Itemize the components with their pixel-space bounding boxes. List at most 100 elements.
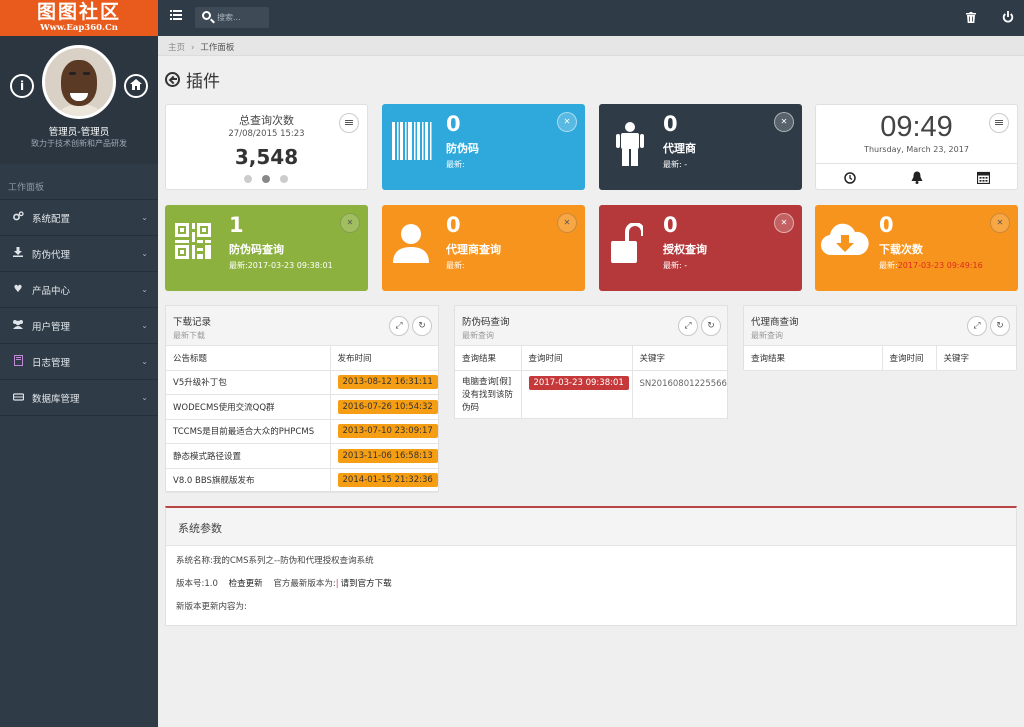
breadcrumb-separator: › (191, 43, 195, 53)
calendar-icon[interactable] (950, 164, 1017, 189)
chevron-down-icon: ⌄ (141, 213, 148, 222)
sidebar: 图图社区 Www.Eap360.Cn i 管理员-管理员 致力于技术创新和产品研… (0, 0, 158, 727)
trash-icon[interactable] (966, 12, 976, 23)
avatar[interactable] (42, 45, 116, 119)
sidebar-item-label: 数据库管理 (32, 393, 80, 405)
time-badge: 2013-08-12 16:31:11 (337, 375, 438, 390)
column-header: 查询时间 (521, 346, 633, 371)
row-title: V5升级补丁包 (166, 370, 331, 395)
column-header: 查询时间 (882, 346, 937, 371)
sidebar-item-log-management[interactable]: 日志管理 ⌄ (0, 344, 158, 380)
cogs-icon (12, 211, 24, 224)
sidebar-item-anti-fake-agent[interactable]: 防伪代理 ⌄ (0, 236, 158, 272)
sidebar-item-label: 日志管理 (32, 357, 71, 369)
refresh-icon[interactable]: ↻ (990, 316, 1010, 336)
refresh-icon[interactable]: ↻ (701, 316, 721, 336)
table-row[interactable]: V5升级补丁包 2013-08-12 16:31:11 (166, 370, 438, 395)
agent-query-table: 查询结果 查询时间 关键字 (744, 346, 1016, 371)
row-title: V8.0 BBS旗舰版发布 (166, 468, 331, 493)
carousel-dots[interactable] (244, 175, 298, 186)
time-badge: 2017-03-23 09:38:01 (528, 375, 629, 390)
tile-latest: 最新:2017-03-23 09:49:16 (879, 261, 983, 270)
qr-query-tile: 1 防伪码查询 最新:2017-03-23 09:38:01 ✕ (165, 205, 368, 291)
sidebar-item-label: 用户管理 (32, 321, 71, 333)
table-row[interactable]: TCCMS是目前最适合大众的PHPCMS 2013-07-10 23:09:17 (166, 419, 438, 444)
tile-latest: 最新: (446, 261, 465, 270)
tile-name: 下载次数 (879, 243, 923, 256)
table-row[interactable]: 静态模式路径设置 2013-11-06 16:58:13 (166, 443, 438, 469)
table-row[interactable]: V8.0 BBS旗舰版发布 2014-01-15 21:32:36 (166, 468, 438, 493)
close-icon[interactable]: ✕ (340, 213, 360, 233)
tile-name: 防伪码查询 (229, 243, 284, 256)
search-box (195, 7, 269, 28)
close-icon[interactable]: ✕ (557, 213, 577, 233)
tile-latest: 最新: - (663, 261, 688, 270)
tile-datetime: 27/08/2015 15:23 (228, 129, 305, 139)
version-number: 版本号:1.0 (176, 579, 218, 589)
home-icon[interactable] (124, 74, 148, 98)
downloads-tile: 0 下载次数 最新:2017-03-23 09:49:16 ✕ (815, 205, 1018, 291)
download-records-panel: 下载记录 最新下载 ⤢ ↻ 公告标题 发布时间 V5升级补丁包 2013-08-12 … (165, 305, 439, 493)
user-profile: i 管理员-管理员 致力于技术创新和产品研发 (0, 36, 158, 164)
expand-icon[interactable]: ⤢ (389, 316, 409, 336)
bell-icon[interactable] (883, 164, 950, 189)
close-icon[interactable]: ✕ (774, 213, 794, 233)
tile-latest: 最新:2017-03-23 09:38:01 (229, 261, 333, 270)
close-icon[interactable]: ✕ (557, 112, 577, 132)
tile-name: 授权查询 (663, 243, 707, 256)
info-icon[interactable]: i (10, 74, 34, 98)
time-badge: 2014-01-15 21:32:36 (337, 473, 438, 488)
tile-value: 0 (663, 112, 678, 136)
column-header: 公告标题 (166, 346, 331, 371)
nav-section-title: 工作面板 (0, 164, 158, 200)
query-keyword: SN20160801225566 (632, 370, 727, 419)
page-title-text: 插件 (186, 71, 220, 92)
sidebar-item-product-center[interactable]: ♥ 产品中心 ⌄ (0, 272, 158, 308)
code-query-table: 查询结果 查询时间 关键字 电脑查询[假]没有找到该防伪码 2017-03-23 0… (455, 346, 727, 419)
search-input[interactable] (217, 10, 265, 25)
sidebar-item-user-management[interactable]: 用户管理 ⌄ (0, 308, 158, 344)
sidebar-item-database-management[interactable]: 数据库管理 ⌄ (0, 380, 158, 416)
system-params-panel: 系统参数 系统名称:我的CMS系列之--防伪和代理授权查询系统 版本号:1.0 … (165, 506, 1017, 626)
tile-name: 代理商查询 (446, 243, 501, 256)
update-content: 新版本更新内容为: (176, 602, 247, 612)
close-icon[interactable]: ✕ (990, 213, 1010, 233)
tile-title: 总查询次数 (239, 114, 294, 127)
agent-query-panel: 代理商查询 最新查询 ⤢ ↻ 查询结果 查询时间 关键字 (743, 305, 1017, 371)
agent-query-tile: 0 代理商查询 最新: ✕ (382, 205, 585, 291)
check-update-link[interactable]: 检查更新 (229, 579, 263, 589)
sidebar-item-label: 系统配置 (32, 213, 71, 225)
total-queries-tile: 总查询次数 27/08/2015 15:23 3,548 (165, 104, 368, 190)
close-icon[interactable]: ✕ (774, 112, 794, 132)
system-name: 系统名称:我的CMS系列之--防伪和代理授权查询系统 (176, 556, 374, 566)
top-bar (158, 0, 1024, 36)
breadcrumb-home[interactable]: 主页 (168, 43, 185, 53)
power-icon[interactable] (1002, 11, 1014, 23)
refresh-icon[interactable]: ↻ (412, 316, 432, 336)
logo[interactable]: 图图社区 Www.Eap360.Cn (0, 0, 158, 36)
back-arrow-icon[interactable] (165, 71, 180, 87)
user-subtitle: 致力于技术创新和产品研发 (31, 139, 127, 148)
time-badge: 2013-07-10 23:09:17 (337, 424, 438, 439)
row-title: TCCMS是目前最适合大众的PHPCMS (166, 419, 331, 444)
person-icon (609, 122, 649, 166)
users-icon (12, 319, 24, 332)
expand-icon[interactable]: ⤢ (678, 316, 698, 336)
expand-icon[interactable]: ⤢ (967, 316, 987, 336)
column-header: 发布时间 (330, 346, 438, 371)
chevron-down-icon: ⌄ (141, 249, 148, 258)
clock-time: 09:49 (880, 111, 953, 143)
official-download-link[interactable]: 请到官方下载 (341, 579, 392, 589)
tile-name: 代理商 (663, 142, 696, 155)
table-row[interactable]: WODECMS使用交流QQ群 2016-07-26 10:54:32 (166, 394, 438, 420)
menu-toggle-icon[interactable] (170, 10, 182, 22)
clock-toolbar (816, 163, 1017, 189)
table-row[interactable]: 电脑查询[假]没有找到该防伪码 2017-03-23 09:38:01 SN20… (455, 370, 727, 419)
time-badge: 2016-07-26 10:54:32 (337, 399, 438, 414)
clock-icon[interactable] (816, 164, 883, 189)
search-icon (202, 11, 211, 20)
sidebar-item-system-config[interactable]: 系统配置 ⌄ (0, 200, 158, 236)
unlock-icon (609, 222, 649, 265)
row-title: 静态模式路径设置 (166, 443, 331, 469)
tile-value: 1 (229, 213, 244, 237)
